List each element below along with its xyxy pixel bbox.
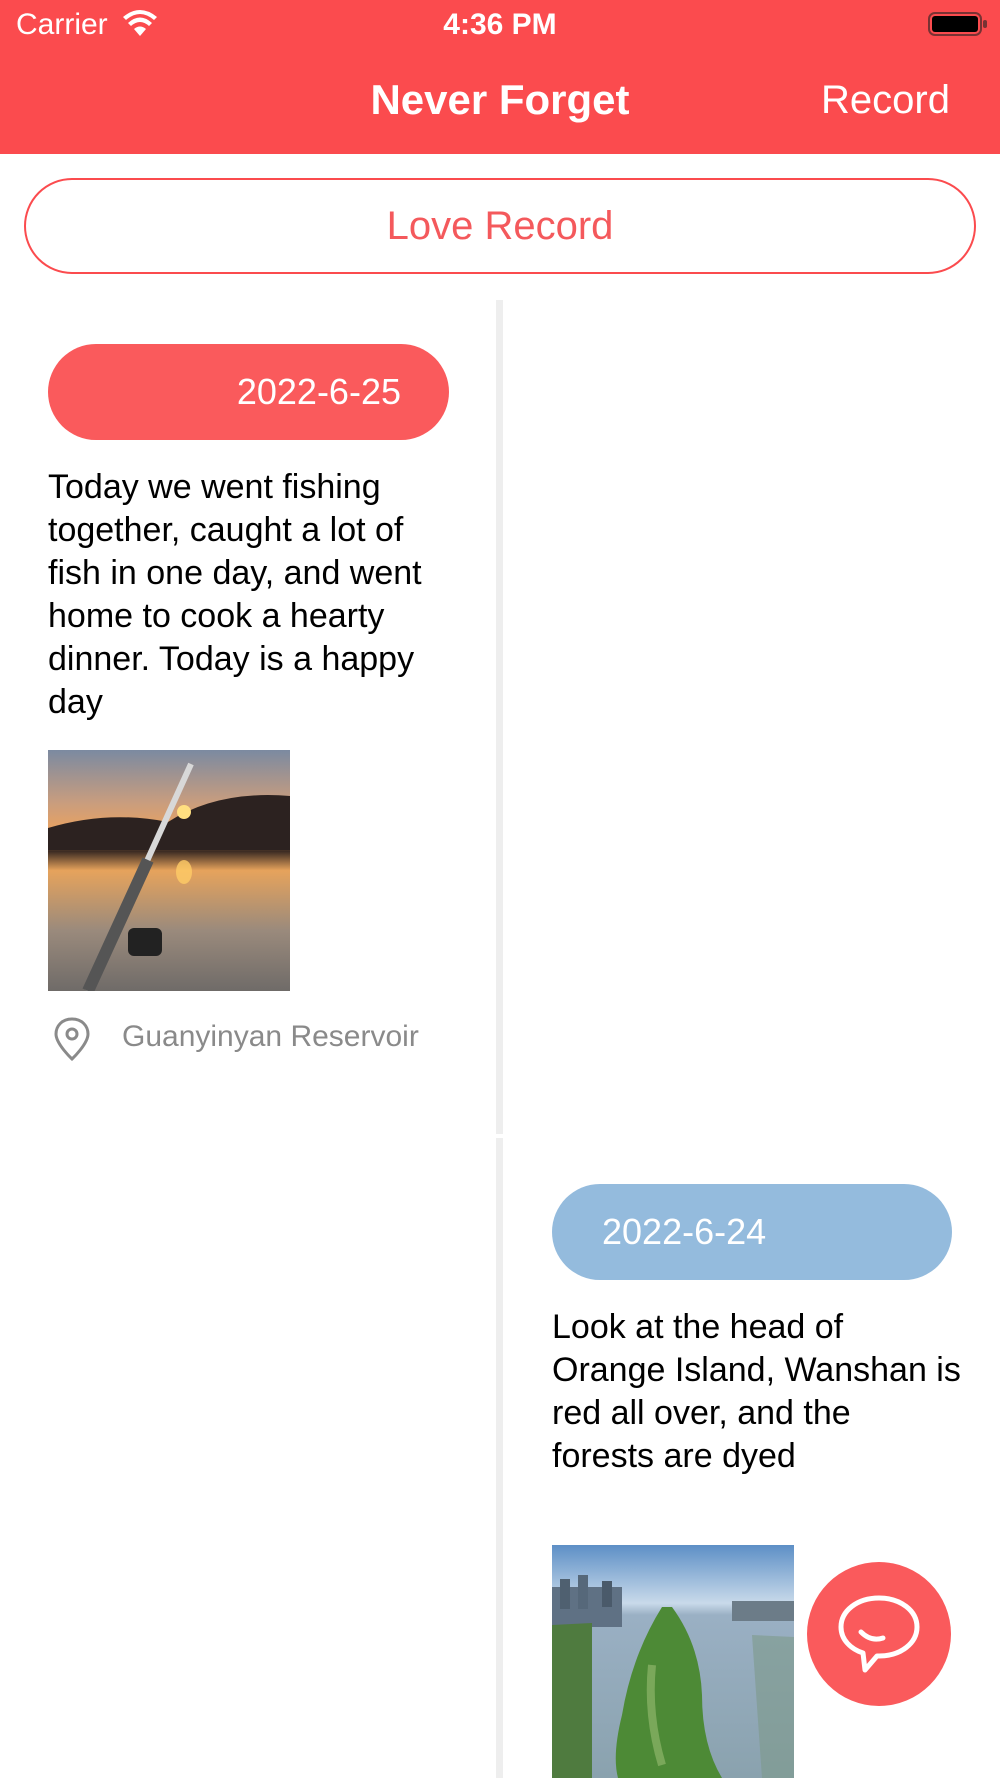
- entry-text: Today we went fishing together, caught a…: [48, 468, 422, 721]
- chat-bubble-icon: [838, 1595, 920, 1673]
- location-pin-icon: [54, 1017, 90, 1062]
- fishing-sunset-photo[interactable]: [48, 750, 290, 991]
- orange-island-photo[interactable]: [552, 1545, 794, 1778]
- chat-button[interactable]: [807, 1562, 951, 1706]
- timeline-divider-gap: [496, 1134, 503, 1138]
- timeline-divider: [496, 300, 503, 1778]
- status-time: 4:36 PM: [443, 8, 557, 41]
- battery-icon: [928, 12, 987, 36]
- entry-location: Guanyinyan Reservoir: [122, 1020, 419, 1053]
- entry-date-badge: 2022-6-24: [552, 1184, 952, 1280]
- entry-date-badge: 2022-6-25: [48, 344, 449, 440]
- entry-text: Look at the head of Orange Island, Wansh…: [552, 1308, 961, 1475]
- love-record-button[interactable]: Love Record: [24, 178, 976, 274]
- record-button[interactable]: Record: [821, 78, 950, 123]
- screen: Carrier 4:36 PM Never Forget Record Love…: [0, 0, 1000, 1778]
- header: Carrier 4:36 PM Never Forget Record: [0, 0, 1000, 154]
